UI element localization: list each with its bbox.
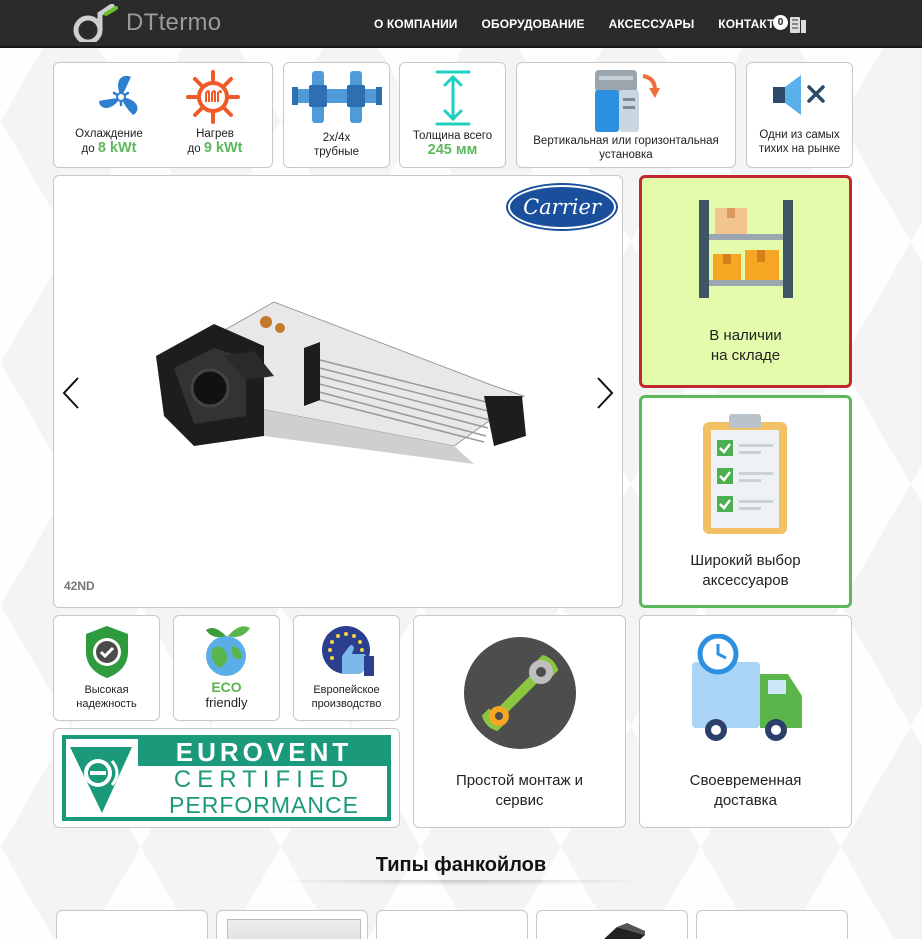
eurovent-emblem-icon xyxy=(70,747,132,813)
install-line1: Вертикальная или горизонтальная xyxy=(533,135,719,147)
stock-line1: В наличии xyxy=(709,327,782,344)
heating-value: 9 kWt xyxy=(203,140,243,156)
slide-model-caption: 42ND xyxy=(64,579,95,593)
heating-icon xyxy=(186,70,240,124)
install-service-line2: сервис xyxy=(495,792,544,809)
fancoil-type-image-2 xyxy=(227,919,361,939)
heating-value-line: до 9 kWt xyxy=(160,141,270,156)
logo-icon xyxy=(73,4,118,42)
feature-installation: Вертикальная или горизонтальная установк… xyxy=(516,62,736,168)
logo-text: DTtermo xyxy=(126,9,222,36)
nav-equipment[interactable]: ОБОРУДОВАНИЕ xyxy=(482,17,585,31)
cart-button[interactable]: 0 xyxy=(773,13,811,37)
fancoil-unit-image xyxy=(156,301,526,464)
clipboard-checklist-icon xyxy=(703,414,787,534)
european-line2: производство xyxy=(311,698,382,710)
carrier-logo: Carrier xyxy=(508,185,616,229)
product-slider[interactable]: Carrier 42ND xyxy=(53,175,623,608)
eurovent-line1: EUROVENT xyxy=(138,739,390,766)
install-line2: установка xyxy=(599,149,653,161)
accessories-card[interactable]: Широкий выбор аксессуаров xyxy=(639,395,852,608)
slider-prev-button[interactable] xyxy=(60,376,82,410)
reliability-line1: Высокая xyxy=(84,684,129,696)
thickness-label: Толщина всего xyxy=(412,130,493,142)
heating-label: Нагрев xyxy=(196,128,234,140)
european-line1: Европейское xyxy=(313,684,380,696)
feature-eco: ECO friendly xyxy=(173,615,280,721)
thickness-arrow-icon xyxy=(435,70,471,126)
accessories-line2: аксессуаров xyxy=(702,572,789,589)
eco-globe-icon xyxy=(206,626,250,676)
eco-line2: friendly xyxy=(205,695,248,710)
fancoil-type-card-5[interactable] xyxy=(696,910,848,939)
section-title-fancoil-types: Типы фанкойлов xyxy=(375,854,547,876)
pipes-icon xyxy=(292,71,382,123)
chevron-left-icon xyxy=(62,377,79,409)
eurovent-line2: CERTIFIED xyxy=(173,766,355,793)
nav-about[interactable]: О КОМПАНИИ xyxy=(374,17,458,31)
site-header: DTtermo О КОМПАНИИ ОБОРУДОВАНИЕ АКСЕССУА… xyxy=(0,0,922,48)
cooling-icon xyxy=(99,75,138,115)
feature-quiet: Одни из самых тихих на рынке xyxy=(746,62,853,168)
fancoil-type-card-4[interactable] xyxy=(536,910,688,939)
shield-check-icon xyxy=(86,626,128,678)
nav-accessories[interactable]: АКСЕССУАРЫ xyxy=(609,17,695,31)
eurovent-frame: EUROVENT CERTIFIED PERFORMANCE xyxy=(62,735,391,821)
carrier-logo-text: Carrier xyxy=(523,195,601,219)
warehouse-shelf-icon xyxy=(699,200,793,298)
fancoil-type-card-2[interactable] xyxy=(216,910,368,939)
title-underline-shadow xyxy=(270,880,652,886)
delivery-line1: Своевременная xyxy=(689,772,802,789)
stock-card[interactable]: В наличии на складе xyxy=(639,175,852,388)
reliability-line2: надежность xyxy=(76,698,137,710)
cart-icon xyxy=(790,17,806,33)
wrench-gear-icon xyxy=(464,637,576,749)
quiet-line2: тихих на рынке xyxy=(758,143,841,155)
install-service-line1: Простой монтаж и xyxy=(455,772,584,789)
site-logo[interactable]: DTtermo xyxy=(72,4,221,42)
pipes-line1: 2х/4х xyxy=(322,132,351,144)
feature-delivery: Своевременная доставка xyxy=(639,615,852,828)
mute-speaker-icon xyxy=(773,75,825,115)
eurovent-badge: EUROVENT CERTIFIED PERFORMANCE xyxy=(53,728,400,828)
delivery-line2: доставка xyxy=(714,792,777,809)
feature-pipes: 2х/4х трубные xyxy=(283,62,390,168)
fancoil-type-card-3[interactable] xyxy=(376,910,528,939)
slider-next-button[interactable] xyxy=(594,376,616,410)
delivery-truck-icon xyxy=(692,634,802,741)
installation-icon xyxy=(595,70,660,132)
stock-line2: на складе xyxy=(710,347,781,364)
eu-thumbs-up-icon xyxy=(322,626,374,676)
feature-reliability: Высокая надежность xyxy=(53,615,160,721)
cooling-value: 8 kWt xyxy=(97,140,137,156)
eurovent-line3: PERFORMANCE xyxy=(169,792,359,818)
eco-line1: ECO xyxy=(211,679,242,695)
quiet-line1: Одни из самых xyxy=(759,129,840,141)
cooling-value-line: до 8 kWt xyxy=(54,141,164,156)
feature-install-service: Простой монтаж и сервис xyxy=(413,615,626,828)
cooling-label: Охлаждение xyxy=(75,128,143,140)
thickness-value: 245 мм xyxy=(427,142,478,158)
cooling-prefix: до xyxy=(81,143,95,155)
pipes-line2: трубные xyxy=(313,146,359,158)
feature-european: Европейское производство xyxy=(293,615,400,721)
chevron-right-icon xyxy=(597,377,614,409)
heating-prefix: до xyxy=(187,143,201,155)
feature-thickness: Толщина всего 245 мм xyxy=(399,62,506,168)
main-nav: О КОМПАНИИ ОБОРУДОВАНИЕ АКСЕССУАРЫ КОНТА… xyxy=(374,17,810,31)
feature-cooling-heating: Охлаждение до 8 kWt Нагрев до 9 kWt xyxy=(53,62,273,168)
fancoil-type-image-4 xyxy=(604,923,645,939)
fancoil-type-card-1[interactable] xyxy=(56,910,208,939)
cart-count-badge: 0 xyxy=(773,15,788,30)
accessories-line1: Широкий выбор xyxy=(690,552,801,569)
